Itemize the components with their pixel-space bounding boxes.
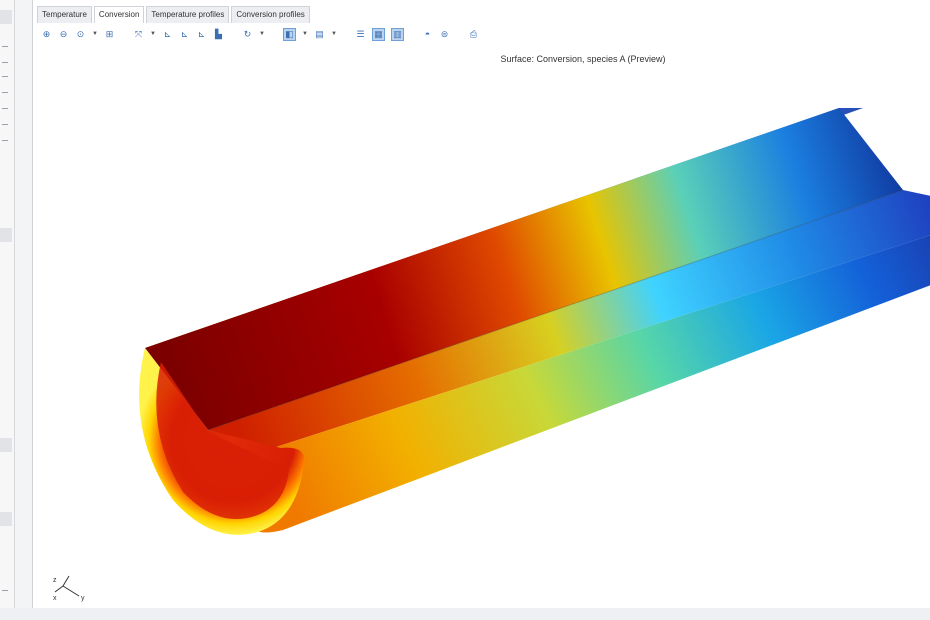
tree-glyph bbox=[2, 62, 8, 63]
tree-glyph bbox=[2, 124, 8, 125]
panel-section-marker bbox=[0, 10, 12, 24]
axis-y-label: y bbox=[81, 595, 85, 602]
tree-glyph bbox=[2, 76, 8, 77]
graphics-window: Temperature Conversion Temperature profi… bbox=[32, 0, 930, 608]
tree-glyph bbox=[2, 108, 8, 109]
tree-glyph bbox=[2, 46, 8, 47]
tree-glyph bbox=[2, 140, 8, 141]
tree-glyph bbox=[2, 590, 8, 591]
panel-section-marker bbox=[0, 512, 12, 526]
axis-x-label: x bbox=[53, 595, 57, 602]
side-panel-edge bbox=[0, 0, 15, 608]
tree-glyph bbox=[2, 92, 8, 93]
axis-orientation-triad: z x y bbox=[53, 575, 85, 602]
3d-graphics-canvas[interactable] bbox=[33, 0, 930, 608]
panel-section-marker bbox=[0, 438, 12, 452]
panel-section-marker bbox=[0, 228, 12, 242]
axis-z-label: z bbox=[53, 577, 57, 584]
status-strip bbox=[0, 608, 930, 620]
